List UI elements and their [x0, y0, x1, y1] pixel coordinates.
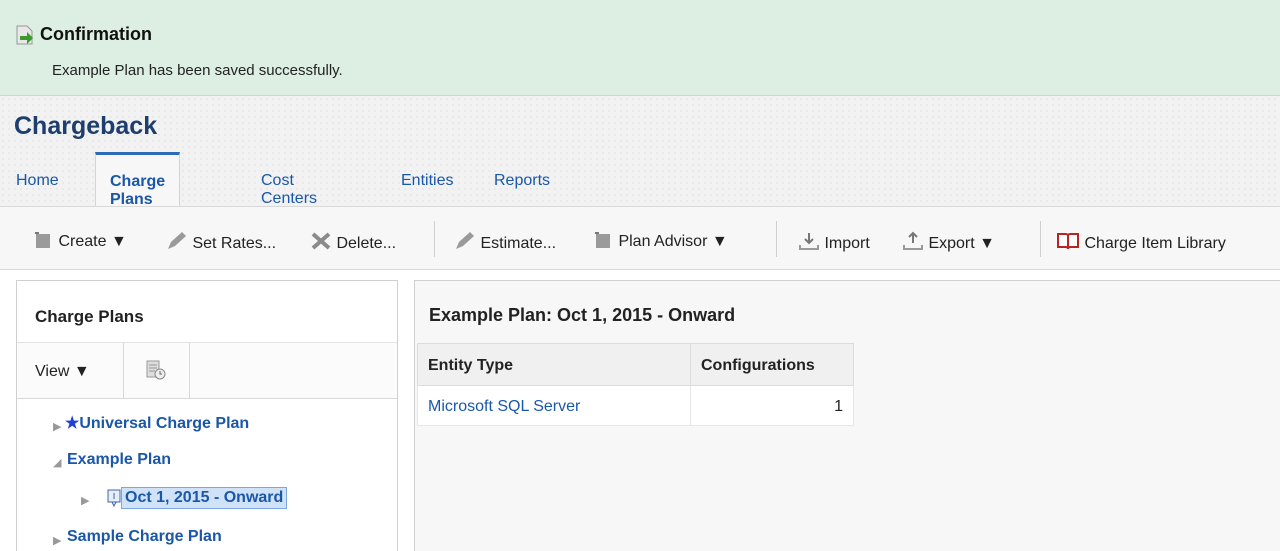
confirmation-message: Example Plan has been saved successfully…: [52, 62, 343, 79]
star-icon: ★: [65, 415, 80, 432]
charge-item-library-button[interactable]: Charge Item Library: [1056, 231, 1226, 253]
divider: [189, 343, 190, 399]
charge-plans-panel: Charge Plans View ▼ ▶ ★Universal Charge …: [16, 280, 398, 551]
delete-icon: [311, 232, 331, 250]
toolbar-separator: [434, 221, 435, 257]
plan-version-icon: [107, 489, 121, 507]
chevron-down-icon: ▼: [73, 363, 90, 380]
column-header-configurations[interactable]: Configurations: [690, 343, 854, 386]
pencil-icon: [456, 232, 474, 249]
toolbar-separator: [776, 221, 777, 257]
estimate-label: Estimate...: [480, 235, 557, 252]
tab-reports[interactable]: Reports: [494, 172, 550, 190]
export-label: Export: [928, 235, 975, 252]
plan-advisor-button[interactable]: Plan Advisor ▼: [594, 231, 728, 251]
history-icon[interactable]: [145, 359, 167, 381]
tree-node-example-plan[interactable]: Example Plan: [67, 451, 171, 469]
create-button[interactable]: Create ▼: [34, 231, 127, 251]
export-button[interactable]: Export ▼: [902, 231, 995, 253]
chevron-down-icon: ▼: [110, 233, 127, 250]
export-icon: [903, 231, 923, 250]
collapse-icon[interactable]: ◢: [53, 456, 61, 469]
configurations-cell: 1: [690, 385, 854, 426]
view-label: View: [35, 363, 70, 380]
tree-node-label: Universal Charge Plan: [79, 415, 250, 432]
entity-table: Entity Type Configurations Microsoft SQL…: [417, 343, 854, 426]
import-label: Import: [824, 235, 870, 252]
confirmation-title: Confirmation: [40, 24, 152, 44]
plan-advisor-label: Plan Advisor: [618, 233, 708, 250]
chevron-down-icon: ▼: [979, 235, 995, 252]
tree-node-universal-charge-plan[interactable]: ★Universal Charge Plan: [65, 413, 249, 433]
confirmation-banner: Confirmation Example Plan has been saved…: [0, 0, 1280, 96]
tab-charge-plans[interactable]: Charge Plans: [95, 152, 181, 208]
table-row[interactable]: Microsoft SQL Server 1: [417, 385, 854, 426]
book-icon: [1057, 233, 1079, 250]
panel-title: Charge Plans: [17, 281, 397, 343]
tab-cost-centers[interactable]: Cost Centers: [261, 172, 317, 208]
expand-icon[interactable]: ▶: [81, 494, 89, 507]
expand-icon[interactable]: ▶: [53, 420, 61, 433]
import-icon: [799, 233, 819, 250]
view-toolbar: View ▼: [17, 343, 397, 399]
set-rates-button[interactable]: Set Rates...: [166, 231, 276, 253]
confirmation-icon: [16, 25, 33, 45]
entity-type-cell[interactable]: Microsoft SQL Server: [417, 385, 691, 426]
create-icon: [35, 232, 50, 248]
plan-advisor-icon: [595, 232, 610, 248]
import-button[interactable]: Import: [798, 231, 870, 253]
tree-node-oct-2015-onward[interactable]: Oct 1, 2015 - Onward: [121, 487, 288, 509]
set-rates-label: Set Rates...: [192, 235, 277, 252]
create-label: Create: [58, 233, 107, 250]
delete-button[interactable]: Delete...: [310, 231, 396, 253]
view-menu[interactable]: View ▼: [35, 363, 90, 381]
page-title: Chargeback: [14, 112, 158, 140]
column-header-entity-type[interactable]: Entity Type: [417, 343, 691, 386]
tab-home[interactable]: Home: [16, 172, 59, 190]
chevron-down-icon: ▼: [711, 233, 728, 250]
plan-details-title: Example Plan: Oct 1, 2015 - Onward: [429, 305, 736, 325]
pencil-icon: [168, 232, 186, 249]
tree-node-sample-charge-plan[interactable]: Sample Charge Plan: [67, 528, 222, 546]
tab-entities[interactable]: Entities: [401, 172, 453, 190]
delete-label: Delete...: [336, 235, 397, 252]
divider: [123, 343, 124, 399]
toolbar: Create ▼ Set Rates... Delete... Estimate…: [0, 206, 1280, 270]
table-header-row: Entity Type Configurations: [417, 343, 854, 386]
expand-icon[interactable]: ▶: [53, 534, 61, 547]
toolbar-separator: [1040, 221, 1041, 257]
charge-item-library-label: Charge Item Library: [1084, 235, 1226, 252]
plan-details-panel: Example Plan: Oct 1, 2015 - Onward Entit…: [414, 280, 1280, 551]
estimate-button[interactable]: Estimate...: [454, 231, 556, 253]
